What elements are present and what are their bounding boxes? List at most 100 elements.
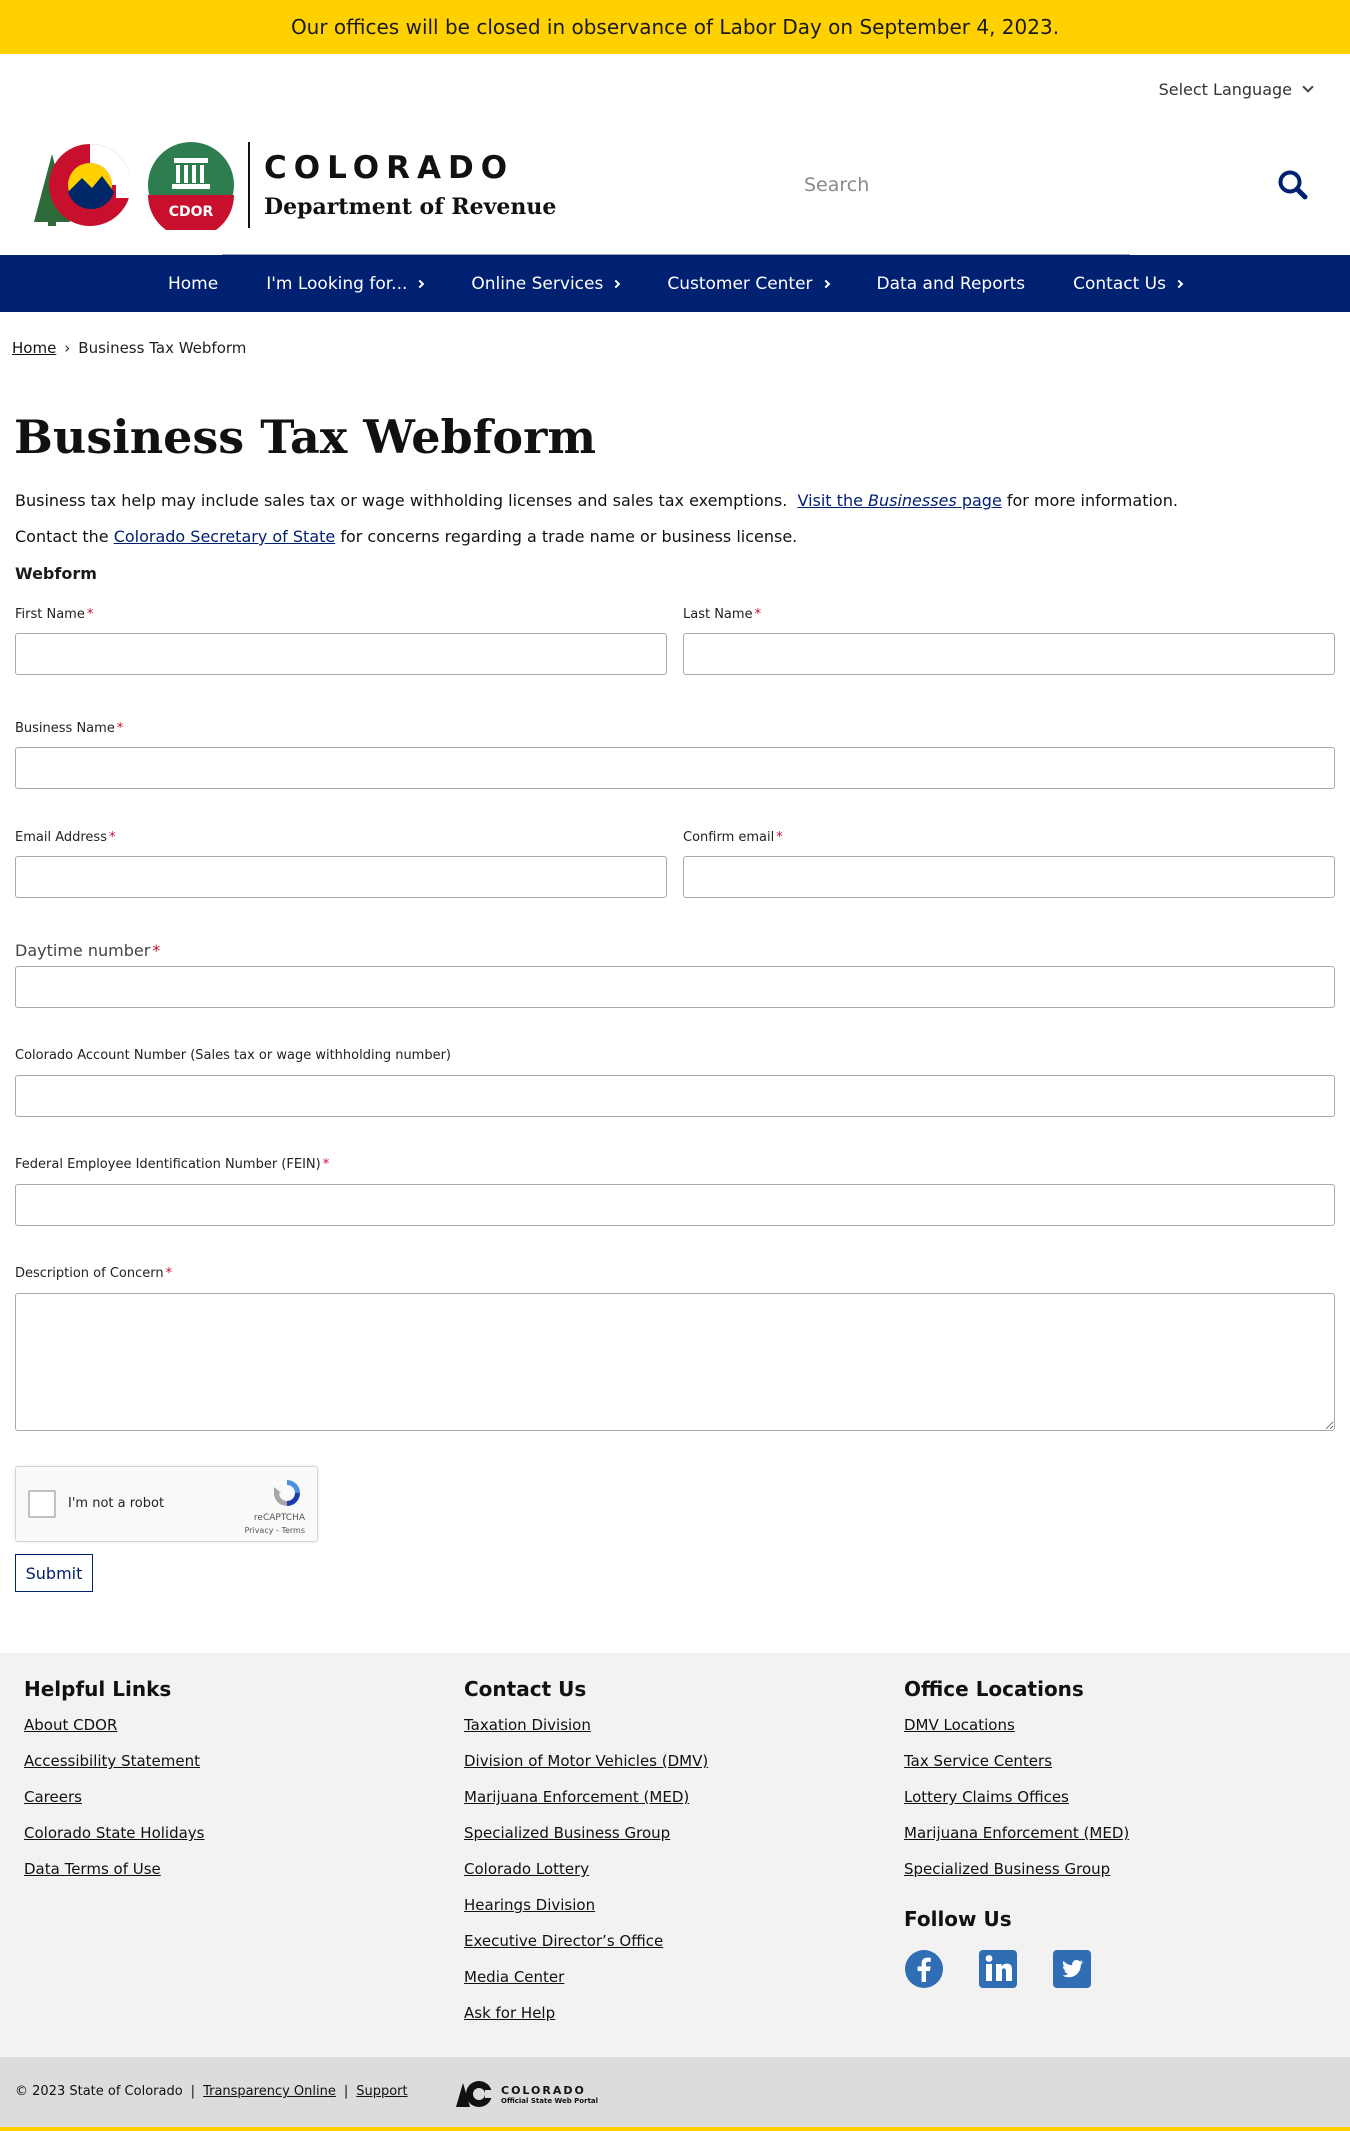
first-name-label: First Name * bbox=[15, 607, 93, 622]
nav-item-data-reports[interactable]: Data and Reports bbox=[853, 274, 1050, 294]
seal-text: CDOR bbox=[169, 204, 214, 220]
footer-link[interactable]: Executive Director’s Office bbox=[464, 1923, 708, 1959]
account-number-field[interactable] bbox=[15, 1075, 1335, 1117]
business-name-label: Business Name * bbox=[15, 721, 123, 736]
separator: | bbox=[343, 2084, 349, 2099]
footer-link[interactable]: Lottery Claims Offices bbox=[904, 1779, 1129, 1815]
brand-department: Department of Revenue bbox=[264, 194, 557, 220]
site-footer: Helpful Links About CDOR Accessibility S… bbox=[0, 1653, 1350, 2057]
last-name-label: Last Name * bbox=[683, 607, 761, 622]
footer-link[interactable]: Marijuana Enforcement (MED) bbox=[904, 1815, 1129, 1851]
required-marker: * bbox=[108, 830, 116, 845]
brand-text: COLORADO Department of Revenue bbox=[264, 150, 556, 220]
intro-text: Business tax help may include sales tax … bbox=[15, 491, 788, 510]
footer-office-locations: Office Locations DMV Locations Tax Servi… bbox=[904, 1677, 1129, 1989]
daytime-number-label: Daytime number * bbox=[15, 941, 160, 960]
intro-paragraph-1: Business tax help may include sales tax … bbox=[15, 491, 1178, 510]
main-navigation: Home I'm Looking for... Online Services … bbox=[0, 254, 1350, 312]
chevron-right-icon: › bbox=[64, 339, 71, 357]
footer-link[interactable]: Colorado Lottery bbox=[464, 1851, 708, 1887]
separator: | bbox=[190, 2084, 196, 2099]
first-name-field[interactable] bbox=[15, 633, 667, 675]
confirm-email-field[interactable] bbox=[683, 856, 1335, 898]
chevron-right-icon bbox=[612, 279, 621, 288]
breadcrumb-home-link[interactable]: Home bbox=[12, 339, 56, 357]
nav-item-label: Contact Us bbox=[1073, 273, 1166, 294]
nav-item-label: Online Services bbox=[471, 273, 604, 294]
footer-link[interactable]: Division of Motor Vehicles (DMV) bbox=[464, 1743, 708, 1779]
recaptcha-checkbox[interactable] bbox=[28, 1490, 56, 1518]
portal-line-1: COLORADO bbox=[501, 2083, 586, 2097]
description-textarea[interactable] bbox=[15, 1293, 1335, 1431]
label-text: Daytime number bbox=[15, 941, 151, 960]
footer-link[interactable]: Marijuana Enforcement (MED) bbox=[464, 1779, 708, 1815]
businesses-page-link[interactable]: Visit the Businesses page bbox=[797, 491, 1001, 510]
submit-button[interactable]: Submit bbox=[15, 1554, 93, 1592]
support-link[interactable]: Support bbox=[356, 2084, 407, 2099]
nav-item-label: I'm Looking for... bbox=[266, 273, 408, 294]
footer-link[interactable]: Taxation Division bbox=[464, 1707, 708, 1743]
last-name-field[interactable] bbox=[683, 633, 1335, 675]
footer-link[interactable]: Colorado State Holidays bbox=[24, 1815, 205, 1851]
language-selector[interactable]: Select Language bbox=[1159, 80, 1314, 99]
label-text: Confirm email bbox=[683, 830, 775, 845]
cdor-seal-icon: CDOR bbox=[148, 142, 234, 230]
daytime-number-field[interactable] bbox=[15, 966, 1335, 1008]
footer-contact-links: Contact Us Taxation Division Division of… bbox=[464, 1677, 708, 2031]
link-text: page bbox=[956, 491, 1002, 510]
footer-link[interactable]: Tax Service Centers bbox=[904, 1743, 1129, 1779]
email-label: Email Address * bbox=[15, 830, 115, 845]
footer-link[interactable]: Accessibility Statement bbox=[24, 1743, 205, 1779]
required-marker: * bbox=[322, 1157, 330, 1172]
footer-link[interactable]: Media Center bbox=[464, 1959, 708, 1995]
transparency-online-link[interactable]: Transparency Online bbox=[203, 2084, 336, 2099]
nav-item-label: Customer Center bbox=[667, 273, 813, 294]
nav-item-looking-for[interactable]: I'm Looking for... bbox=[242, 274, 447, 294]
label-text: First Name bbox=[15, 607, 85, 622]
official-portal-logo[interactable]: COLORADO Official State Web Portal bbox=[455, 2079, 598, 2109]
footer-link[interactable]: Careers bbox=[24, 1779, 205, 1815]
label-text: Business Name bbox=[15, 721, 115, 736]
footer-link[interactable]: Ask for Help bbox=[464, 1995, 708, 2031]
search-icon[interactable] bbox=[1276, 168, 1310, 202]
facebook-icon[interactable] bbox=[904, 1949, 944, 1989]
nav-item-online-services[interactable]: Online Services bbox=[447, 274, 643, 294]
email-field[interactable] bbox=[15, 856, 667, 898]
page-title: Business Tax Webform bbox=[14, 410, 597, 464]
business-name-field[interactable] bbox=[15, 747, 1335, 789]
footer-link[interactable]: Specialized Business Group bbox=[904, 1851, 1129, 1887]
nav-item-customer-center[interactable]: Customer Center bbox=[643, 274, 852, 294]
fein-field[interactable] bbox=[15, 1184, 1335, 1226]
nav-item-home[interactable]: Home bbox=[144, 274, 242, 294]
footer-link[interactable]: Specialized Business Group bbox=[464, 1815, 708, 1851]
cdor-logo[interactable]: CDOR COLORADO Department of Revenue bbox=[30, 140, 556, 230]
nav-item-label: Home bbox=[168, 273, 219, 294]
colorado-c-logo-icon bbox=[34, 144, 142, 226]
footer-link[interactable]: DMV Locations bbox=[904, 1707, 1129, 1743]
required-marker: * bbox=[754, 607, 762, 622]
description-label: Description of Concern * bbox=[15, 1266, 172, 1281]
linkedin-icon[interactable] bbox=[978, 1949, 1018, 1989]
link-text: Visit the bbox=[797, 491, 869, 510]
portal-line-2: Official State Web Portal bbox=[501, 2096, 599, 2105]
footer-link[interactable]: About CDOR bbox=[24, 1707, 205, 1743]
confirm-email-label: Confirm email * bbox=[683, 830, 783, 845]
closure-alert-banner: Our offices will be closed in observance… bbox=[0, 0, 1350, 54]
footer-link[interactable]: Hearings Division bbox=[464, 1887, 708, 1923]
recaptcha-label: I'm not a robot bbox=[68, 1496, 165, 1511]
footer-link[interactable]: Data Terms of Use bbox=[24, 1851, 205, 1887]
bottom-bar: © 2023 State of Colorado | Transparency … bbox=[0, 2057, 1350, 2131]
portal-text: COLORADO Official State Web Portal bbox=[501, 2084, 598, 2105]
label-text: Last Name bbox=[683, 607, 753, 622]
twitter-icon[interactable] bbox=[1052, 1949, 1092, 1989]
secretary-of-state-link[interactable]: Colorado Secretary of State bbox=[114, 527, 336, 546]
breadcrumb-current: Business Tax Webform bbox=[78, 339, 247, 357]
required-marker: * bbox=[776, 830, 783, 845]
nav-item-contact-us[interactable]: Contact Us bbox=[1049, 274, 1206, 294]
chevron-right-icon bbox=[416, 279, 425, 288]
webform-section-label: Webform bbox=[15, 564, 97, 583]
search-input[interactable] bbox=[804, 174, 1244, 196]
label-text: Description of Concern bbox=[15, 1266, 164, 1281]
colorado-portal-logo-icon bbox=[456, 2081, 495, 2107]
recaptcha-terms[interactable]: Privacy - Terms bbox=[245, 1526, 306, 1535]
